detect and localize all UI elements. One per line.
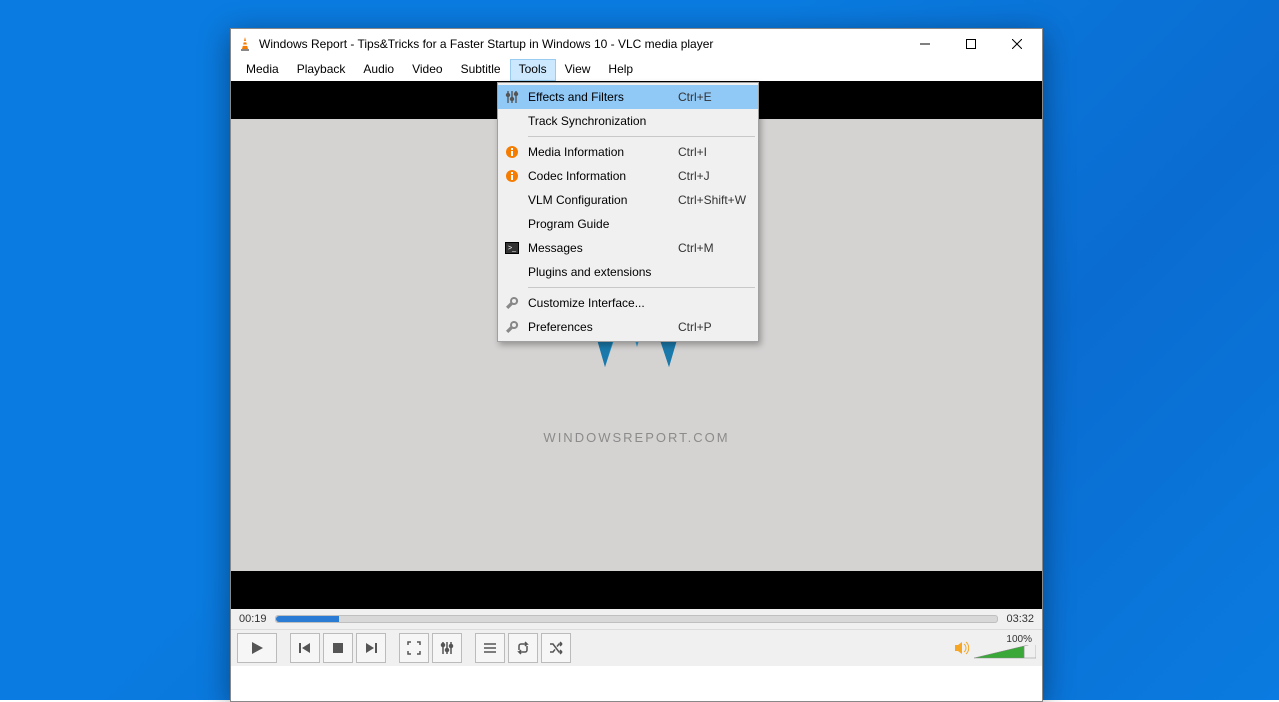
menu-item-label: Preferences [526,320,678,334]
controls-row: 100% [231,629,1042,666]
video-brand-text: WINDOWSREPORT.COM [543,430,729,445]
shuffle-button[interactable] [541,633,571,663]
menu-item-label: Effects and Filters [526,90,678,104]
maximize-button[interactable] [948,29,994,59]
elapsed-time[interactable]: 00:19 [239,613,267,625]
desktop-background: Windows Report - Tips&Tricks for a Faste… [0,0,1279,700]
tools-item-plugins-and-extensions[interactable]: Plugins and extensions [498,260,758,284]
tools-item-customize-interface[interactable]: Customize Interface... [498,291,758,315]
tools-item-effects-and-filters[interactable]: Effects and FiltersCtrl+E [498,85,758,109]
menu-item-shortcut: Ctrl+E [678,90,758,104]
menu-media[interactable]: Media [237,59,288,81]
menu-view[interactable]: View [556,59,600,81]
tools-dropdown: Effects and FiltersCtrl+ETrack Synchroni… [497,82,759,342]
wrench-icon [498,320,526,334]
menu-audio[interactable]: Audio [354,59,403,81]
vlc-cone-icon [237,36,253,52]
terminal-icon: >_ [498,242,526,254]
menu-subtitle[interactable]: Subtitle [452,59,510,81]
minimize-button[interactable] [902,29,948,59]
menu-separator [528,136,755,137]
titlebar[interactable]: Windows Report - Tips&Tricks for a Faste… [231,29,1042,59]
tools-item-codec-information[interactable]: Codec InformationCtrl+J [498,164,758,188]
menu-item-label: Program Guide [526,217,678,231]
menu-item-label: VLM Configuration [526,193,678,207]
play-button[interactable] [237,633,277,663]
tools-item-program-guide[interactable]: Program Guide [498,212,758,236]
playlist-button[interactable] [475,633,505,663]
menu-item-shortcut: Ctrl+Shift+W [678,193,758,207]
menubar: MediaPlaybackAudioVideoSubtitleToolsView… [231,59,1042,81]
close-button[interactable] [994,29,1040,59]
tools-item-messages[interactable]: >_ MessagesCtrl+M [498,236,758,260]
next-button[interactable] [356,633,386,663]
menu-item-shortcut: Ctrl+M [678,241,758,255]
tools-item-media-information[interactable]: Media InformationCtrl+I [498,140,758,164]
info-icon [498,145,526,159]
seek-progress [276,616,340,622]
wrench-icon [498,296,526,310]
letterbox-bottom [231,571,1042,609]
menu-separator [528,287,755,288]
menu-item-label: Plugins and extensions [526,265,678,279]
info-icon [498,169,526,183]
svg-text:>_: >_ [508,245,516,252]
extended-settings-button[interactable] [432,633,462,663]
stop-button[interactable] [323,633,353,663]
fullscreen-button[interactable] [399,633,429,663]
menu-item-shortcut: Ctrl+I [678,145,758,159]
speaker-icon[interactable] [954,640,970,656]
sliders-icon [498,90,526,104]
menu-item-label: Track Synchronization [526,114,678,128]
total-time[interactable]: 03:32 [1006,613,1034,625]
tools-item-track-synchronization[interactable]: Track Synchronization [498,109,758,133]
menu-item-label: Media Information [526,145,678,159]
menu-item-shortcut: Ctrl+P [678,320,758,334]
menu-item-label: Codec Information [526,169,678,183]
volume-slider[interactable] [974,645,1036,663]
menu-help[interactable]: Help [599,59,642,81]
volume-percent: 100% [1006,634,1032,645]
seekbar-row: 00:19 03:32 [231,609,1042,629]
menu-item-label: Messages [526,241,678,255]
loop-button[interactable] [508,633,538,663]
menu-video[interactable]: Video [403,59,451,81]
menu-item-label: Customize Interface... [526,296,678,310]
menu-item-shortcut: Ctrl+J [678,169,758,183]
menu-tools[interactable]: Tools [510,59,556,81]
tools-item-vlm-configuration[interactable]: VLM ConfigurationCtrl+Shift+W [498,188,758,212]
tools-item-preferences[interactable]: PreferencesCtrl+P [498,315,758,339]
window-title: Windows Report - Tips&Tricks for a Faste… [259,37,902,51]
menu-playback[interactable]: Playback [288,59,355,81]
seek-slider[interactable] [275,615,999,623]
previous-button[interactable] [290,633,320,663]
